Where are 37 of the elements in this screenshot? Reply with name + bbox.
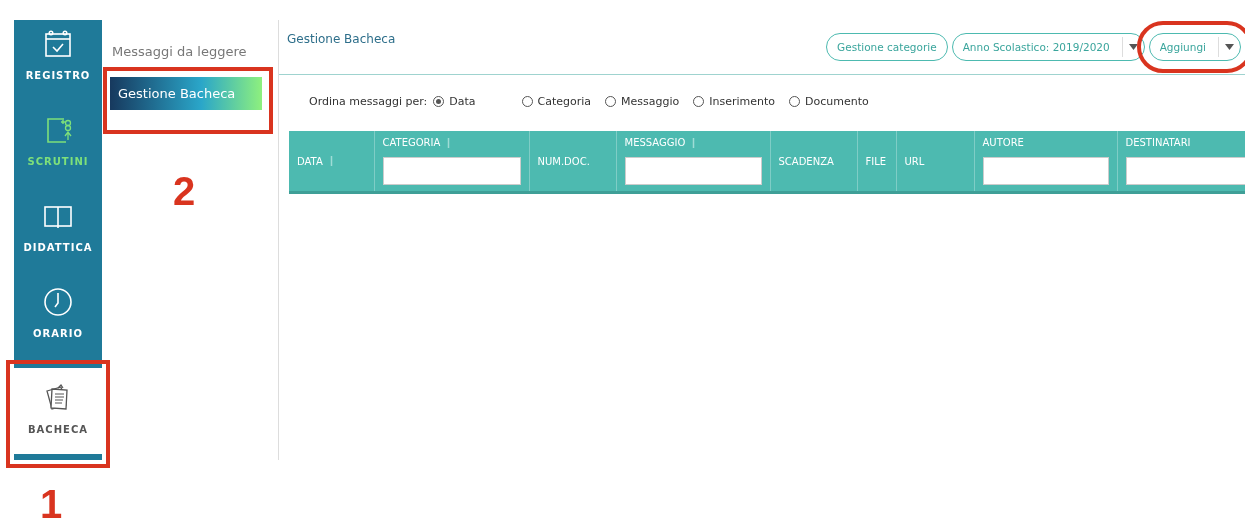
filter-field[interactable] bbox=[982, 157, 1109, 185]
sidebar-item[interactable]: DIDATTICA bbox=[14, 192, 102, 278]
submenu-item[interactable]: Gestione Bacheca bbox=[110, 77, 262, 110]
submenu-item[interactable]: Messaggi da leggere bbox=[110, 40, 278, 63]
caret-icon bbox=[1225, 44, 1234, 50]
annotation-number: 2 bbox=[173, 171, 196, 211]
annotation-number: 1 bbox=[40, 484, 63, 524]
sort-icon[interactable] bbox=[328, 156, 334, 166]
filter-field[interactable] bbox=[382, 157, 521, 185]
sidebar-item[interactable]: SCRUTINI bbox=[14, 106, 102, 192]
radio-option[interactable]: Documento bbox=[789, 94, 869, 108]
page-title: Gestione Bacheca bbox=[287, 32, 397, 46]
pill-button[interactable]: Gestione categorie bbox=[826, 33, 948, 61]
radio-option[interactable]: Data bbox=[433, 94, 476, 108]
column-title: URL bbox=[904, 155, 925, 167]
column-title: MESSAGGIO bbox=[624, 137, 686, 148]
filter-field[interactable] bbox=[1125, 157, 1245, 185]
clock-icon bbox=[42, 286, 74, 318]
column-title: FILE bbox=[865, 155, 887, 167]
column-title: NUM.DOC. bbox=[537, 155, 590, 167]
caret-icon bbox=[1128, 44, 1138, 50]
sidebar-item[interactable]: ORARIO bbox=[14, 278, 102, 364]
column-title: AUTORE bbox=[982, 137, 1024, 148]
column-title: DESTINATARI bbox=[1125, 137, 1191, 148]
calendar-check-icon bbox=[42, 28, 74, 60]
sort-icon[interactable] bbox=[446, 137, 452, 148]
column-title: SCADENZA bbox=[778, 155, 834, 167]
sort-label: Ordina messaggi per: bbox=[309, 94, 428, 108]
radio-option[interactable]: Categoria bbox=[521, 94, 592, 108]
filter-field[interactable] bbox=[624, 157, 762, 185]
sidebar-item[interactable]: REGISTRO bbox=[14, 20, 102, 106]
sort-icon[interactable] bbox=[691, 137, 697, 148]
dropdown-button[interactable]: Anno Scolastico: 2019/2020 bbox=[951, 33, 1145, 61]
radio-option[interactable]: Inserimento bbox=[693, 94, 776, 108]
column-title: CATEGORIA bbox=[382, 137, 441, 148]
radio-option[interactable]: Messaggio bbox=[605, 94, 680, 108]
column-title: DATA bbox=[297, 155, 323, 167]
